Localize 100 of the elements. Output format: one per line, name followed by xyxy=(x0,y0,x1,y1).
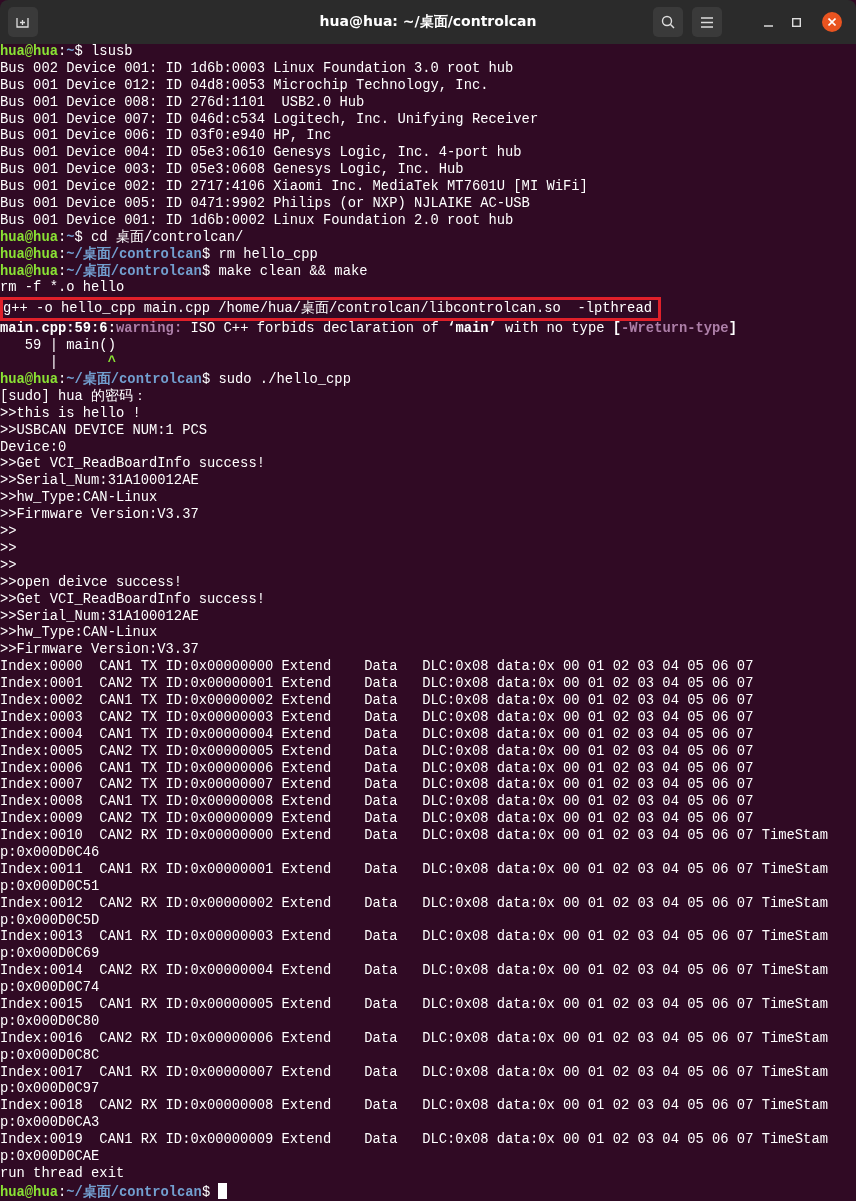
output-line: Bus 001 Device 006: ID 03f0:e940 HP, Inc xyxy=(0,128,332,144)
prompt-symbol: $ xyxy=(201,1184,212,1200)
output-line: Index:0003 CAN2 TX ID:0x00000003 Extend Data DLC:0x08 data:0x 00 01 02 03 04 05 06 07 xyxy=(0,709,754,725)
prompt-user: hua@hua xyxy=(0,263,58,279)
menu-icon xyxy=(701,16,713,28)
output-line: Device:0 xyxy=(0,439,67,455)
bracket-text: ] xyxy=(728,321,737,337)
output-line: p:0x000D0C8C xyxy=(0,1047,100,1063)
output-line: Index:0014 CAN2 RX ID:0x00000004 Extend Data DLC:0x08 data:0x 00 01 02 03 04 05 06 07 TimeStam xyxy=(0,963,828,979)
output-line: p:0x000D0C51 xyxy=(0,878,100,894)
prompt-path: ~/桌面/controlcan xyxy=(66,263,202,279)
output-line: >>Get VCI_ReadBoardInfo success! xyxy=(0,591,265,607)
command-text: lsusb xyxy=(91,44,133,59)
minimize-icon xyxy=(763,24,773,27)
search-button[interactable] xyxy=(653,7,683,37)
output-line: Index:0019 CAN1 RX ID:0x00000009 Extend Data DLC:0x08 data:0x 00 01 02 03 04 05 06 07 TimeStam xyxy=(0,1132,828,1148)
warning-label: warning: xyxy=(115,321,183,337)
output-line: Index:0016 CAN2 RX ID:0x00000006 Extend Data DLC:0x08 data:0x 00 01 02 03 04 05 06 07 TimeStam xyxy=(0,1030,828,1046)
maximize-icon xyxy=(791,17,801,27)
output-line: >>hw_Type:CAN-Linux xyxy=(0,625,158,641)
output-line: Bus 001 Device 005: ID 0471:9902 Philips (or NXP) NJLAIKE AC-USB xyxy=(0,196,530,211)
gutter-text: | xyxy=(48,355,58,371)
output-line: Index:0018 CAN2 RX ID:0x00000008 Extend Data DLC:0x08 data:0x 00 01 02 03 04 05 06 07 TimeStam xyxy=(0,1098,828,1114)
prompt-symbol: $ xyxy=(201,372,212,388)
output-line: Bus 001 Device 007: ID 046d:c534 Logitech, Inc. Unifying Receiver xyxy=(0,111,539,127)
output-line: >>hw_Type:CAN-Linux xyxy=(0,490,158,506)
prompt-user: hua@hua xyxy=(0,1184,58,1200)
prompt-symbol: $ xyxy=(74,229,83,245)
new-tab-icon xyxy=(16,15,30,29)
output-line: Index:0009 CAN2 TX ID:0x00000009 Extend Data DLC:0x08 data:0x 00 01 02 03 04 05 06 07 xyxy=(0,811,754,827)
output-line: >>Serial_Num:31A100012AE xyxy=(0,473,199,489)
output-line: Index:0011 CAN1 RX ID:0x00000001 Extend Data DLC:0x08 data:0x 00 01 02 03 04 05 06 07 TimeStam xyxy=(0,861,828,877)
output-line: p:0x000D0C46 xyxy=(0,844,100,860)
output-line: Index:0008 CAN1 TX ID:0x00000008 Extend Data DLC:0x08 data:0x 00 01 02 03 04 05 06 07 xyxy=(0,794,754,810)
output-line: Bus 001 Device 008: ID 276d:1101 USB2.0 Hub xyxy=(0,94,365,110)
prompt-separator: : xyxy=(57,372,67,388)
prompt-symbol: $ xyxy=(74,44,84,59)
prompt-separator: : xyxy=(57,263,67,279)
warning-location: main.cpp:59:6: xyxy=(0,321,116,337)
prompt-separator: : xyxy=(57,246,67,262)
output-line: >> xyxy=(0,557,17,573)
bracket-text: [ xyxy=(612,321,621,337)
output-line: Bus 001 Device 012: ID 04d8:0053 Microchip Technology, Inc. xyxy=(0,77,489,93)
prompt-path: ~/桌面/controlcan xyxy=(66,372,202,388)
output-line: Bus 002 Device 001: ID 1d6b:0003 Linux Foundation 3.0 root hub xyxy=(0,60,514,76)
close-icon xyxy=(828,18,836,26)
prompt-separator: : xyxy=(57,229,67,245)
prompt-path: ~/桌面/controlcan xyxy=(66,1184,202,1200)
output-line: p:0x000D0C80 xyxy=(0,1013,100,1029)
output-line: >>Firmware Version:V3.37 xyxy=(0,642,199,658)
output-line: rm -f *.o hello xyxy=(0,280,125,296)
output-line: Index:0017 CAN1 RX ID:0x00000007 Extend Data DLC:0x08 data:0x 00 01 02 03 04 05 06 07 TimeStam xyxy=(0,1064,828,1080)
command-text: cd 桌面/controlcan/ xyxy=(91,229,244,245)
prompt-symbol: $ xyxy=(201,246,212,262)
output-line: >>USBCAN DEVICE NUM:1 PCS xyxy=(0,422,207,438)
output-line: Index:0010 CAN2 RX ID:0x00000000 Extend Data DLC:0x08 data:0x 00 01 02 03 04 05 06 07 TimeStam xyxy=(0,828,828,844)
output-line: Index:0013 CAN1 RX ID:0x00000003 Extend Data DLC:0x08 data:0x 00 01 02 03 04 05 06 07 TimeStam xyxy=(0,929,828,945)
output-line: Index:0005 CAN2 TX ID:0x00000005 Extend Data DLC:0x08 data:0x 00 01 02 03 04 05 06 07 xyxy=(0,743,754,759)
close-button[interactable] xyxy=(822,12,842,32)
output-line: Index:0006 CAN1 TX ID:0x00000006 Extend Data DLC:0x08 data:0x 00 01 02 03 04 05 06 07 xyxy=(0,760,754,776)
prompt-separator: : xyxy=(57,44,67,59)
output-line: p:0x000D0C69 xyxy=(0,946,100,962)
prompt-separator: : xyxy=(57,1184,67,1200)
output-line: >>Firmware Version:V3.37 xyxy=(0,507,199,523)
output-line: Bus 001 Device 002: ID 2717:4106 Xiaomi Inc. MediaTek MT7601U [MI WiFi] xyxy=(0,179,588,195)
command-text: make clean && make xyxy=(218,263,368,279)
output-line: Index:0002 CAN1 TX ID:0x00000002 Extend Data DLC:0x08 data:0x 00 01 02 03 04 05 06 07 xyxy=(0,692,754,708)
prompt-path: ~ xyxy=(66,229,75,245)
output-line: >>Get VCI_ReadBoardInfo success! xyxy=(0,456,265,472)
output-line: >>open deivce success! xyxy=(0,574,183,590)
new-tab-button[interactable] xyxy=(8,7,38,37)
output-line: Index:0015 CAN1 RX ID:0x00000005 Extend Data DLC:0x08 data:0x 00 01 02 03 04 05 06 07 TimeStam xyxy=(0,997,828,1012)
prompt-user: hua@hua xyxy=(0,229,58,245)
output-line: [sudo] hua 的密码： xyxy=(0,388,148,404)
output-line: >>this is hello ! xyxy=(0,405,141,421)
prompt-user: hua@hua xyxy=(0,246,58,262)
output-line: p:0x000D0CAE xyxy=(0,1149,100,1164)
menu-button[interactable] xyxy=(692,7,722,37)
warning-message: ISO C++ forbids declaration of ‘main’ with no type xyxy=(189,321,606,337)
output-line: Bus 001 Device 001: ID 1d6b:0002 Linux Foundation 2.0 root hub xyxy=(0,212,514,228)
output-line: p:0x000D0C5D xyxy=(0,912,100,928)
caret-marker: ^ xyxy=(106,355,116,371)
prompt-path: ~ xyxy=(66,44,75,59)
output-line: Index:0007 CAN2 TX ID:0x00000007 Extend Data DLC:0x08 data:0x 00 01 02 03 04 05 06 07 xyxy=(0,777,754,793)
output-line: Bus 001 Device 004: ID 05e3:0610 Genesys Logic, Inc. 4-port hub xyxy=(0,145,522,161)
output-line: g++ -o hello_cpp main.cpp /home/hua/桌面/controlcan/libcontrolcan.so -lpthread xyxy=(3,301,652,317)
output-line: 59 | main() xyxy=(23,338,116,354)
command-text: rm hello_cpp xyxy=(218,246,318,262)
output-line: >>Serial_Num:31A100012AE xyxy=(0,608,199,624)
search-icon xyxy=(661,15,675,29)
prompt-symbol: $ xyxy=(201,263,212,279)
output-line: Index:0000 CAN1 TX ID:0x00000000 Extend Data DLC:0x08 data:0x 00 01 02 03 04 05 06 07 xyxy=(0,659,754,675)
prompt-user: hua@hua xyxy=(0,372,58,388)
output-line: p:0x000D0CA3 xyxy=(0,1115,100,1131)
output-line: Index:0001 CAN2 TX ID:0x00000001 Extend Data DLC:0x08 data:0x 00 01 02 03 04 05 06 07 xyxy=(0,676,754,692)
command-text: sudo ./hello_cpp xyxy=(218,372,351,388)
output-line: >> xyxy=(0,540,17,556)
warning-flag-text: -Wreturn-type xyxy=(621,321,729,337)
output-line: Index:0004 CAN1 TX ID:0x00000004 Extend Data DLC:0x08 data:0x 00 01 02 03 04 05 06 07 xyxy=(0,726,754,742)
output-line: Bus 001 Device 003: ID 05e3:0608 Genesys Logic, Inc. Hub xyxy=(0,162,464,178)
